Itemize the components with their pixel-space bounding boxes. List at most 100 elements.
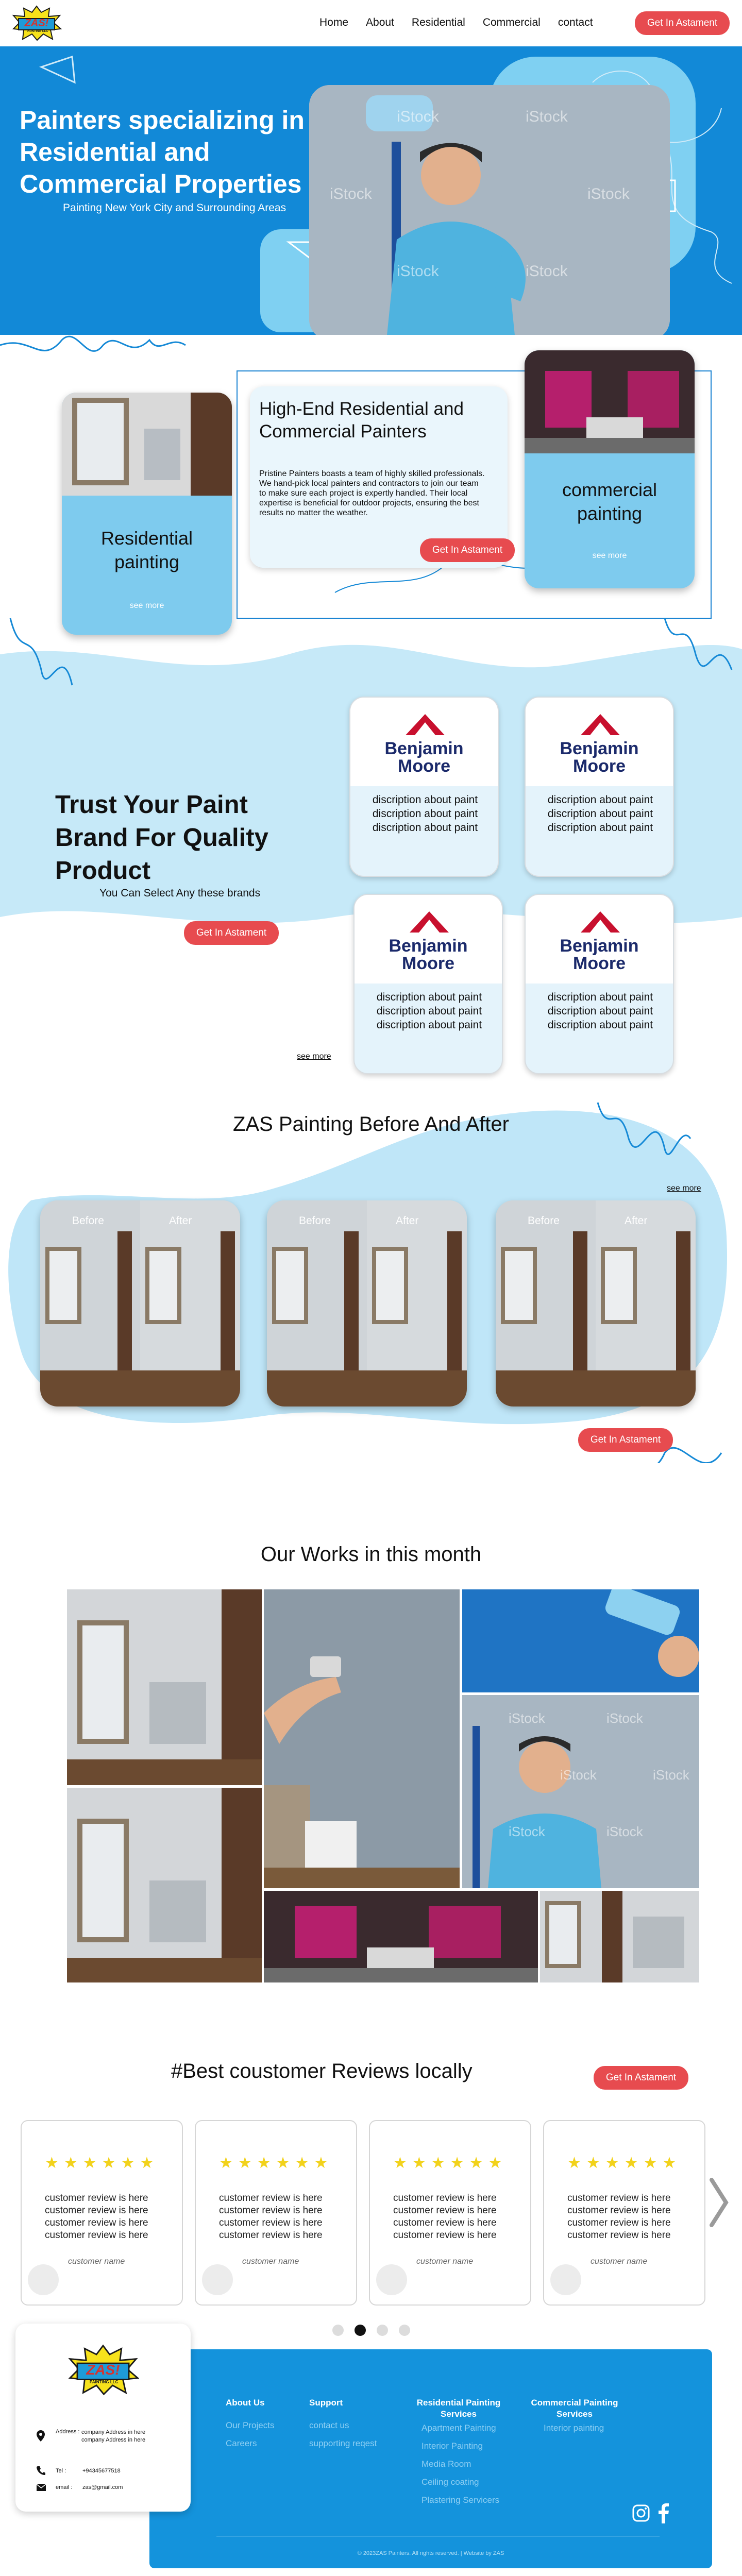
address-label: Address : (56, 2429, 80, 2435)
brand-card[interactable]: Benjamin Moore discription about paint d… (353, 894, 503, 1074)
commercial-see-more[interactable]: see more (525, 551, 695, 561)
review-line: customer review is here (45, 2193, 148, 2204)
nav-residential[interactable]: Residential (412, 16, 465, 29)
info-title: High-End Residential and Commercial Pain… (259, 399, 464, 442)
nav-home[interactable]: Home (319, 16, 348, 29)
before-after-title: ZAS Painting Before And After (233, 1113, 509, 1136)
tel-value[interactable]: +94345677518 (82, 2468, 121, 2474)
brand-name-line2: Moore (573, 756, 626, 776)
review-text: customer review is here customer review … (393, 2192, 497, 2242)
header-cta-button[interactable]: Get In Astament (635, 11, 730, 35)
brand-name-line2: Moore (398, 756, 450, 776)
hero-title: Painters specializing in Residential and… (20, 106, 305, 198)
logo-subtext: PAINTING LLC (90, 2380, 119, 2384)
before-after-cta-button[interactable]: Get In Astament (578, 1428, 673, 1452)
logo[interactable]: ZAS! PAINTING LLC (11, 5, 62, 41)
footer-link[interactable]: Plastering Servicers (421, 2491, 499, 2509)
footer-link[interactable]: Interior painting (544, 2419, 604, 2437)
footer-link[interactable]: Media Room (421, 2455, 471, 2473)
review-line: customer review is here (393, 2193, 497, 2204)
work-photo[interactable] (67, 1788, 262, 1982)
footer-link[interactable]: Interior Painting (421, 2437, 483, 2455)
brand-card[interactable]: Benjamin Moore discription about paint d… (525, 697, 674, 877)
brand-card[interactable]: Benjamin Moore discription about paint d… (525, 894, 674, 1074)
works-title: Our Works in this month (260, 1543, 482, 1566)
commercial-card[interactable]: commercial painting see more (525, 350, 695, 588)
brand-card[interactable]: Benjamin Moore discription about paint d… (349, 697, 499, 877)
avatar (376, 2264, 407, 2295)
rating-stars-icon: ★★★★★★ (567, 2155, 682, 2172)
work-photo[interactable] (67, 1589, 262, 1785)
nav-contact[interactable]: contact (558, 16, 593, 29)
before-after-card[interactable]: Before After (496, 1200, 696, 1406)
info-cta-button[interactable]: Get In Astament (420, 538, 515, 562)
main-nav: Home About Residential Commercial contac… (319, 16, 593, 29)
footer-col4-heading: Commercial Painting Services (531, 2398, 618, 2419)
footer-logo[interactable]: ZAS! PAINTING LLC (67, 2344, 139, 2396)
work-photo-image (264, 1891, 538, 1982)
before-after-card[interactable]: Before After (267, 1200, 467, 1406)
brand-logo-icon (581, 911, 620, 933)
location-pin-icon (37, 2430, 45, 2442)
reviews-cta-button[interactable]: Get In Astament (594, 2066, 688, 2090)
footer-link[interactable]: contact us (309, 2416, 349, 2434)
review-line: customer review is here (45, 2230, 148, 2241)
customer-name: customer name (242, 2257, 299, 2266)
footer-link[interactable]: Apartment Painting (421, 2419, 496, 2437)
carousel-dot[interactable] (377, 2325, 388, 2336)
work-photo[interactable] (462, 1589, 699, 1692)
brands-title: Trust Your Paint Brand For Quality Produ… (55, 791, 268, 885)
carousel-dot[interactable] (399, 2325, 410, 2336)
before-after-photo (496, 1200, 696, 1406)
review-line: customer review is here (567, 2193, 671, 2204)
logo-subtext: PAINTING LLC (27, 30, 48, 33)
carousel-dot-active[interactable] (355, 2325, 366, 2336)
brands-see-more[interactable]: see more (297, 1052, 331, 1061)
work-photo[interactable] (264, 1589, 460, 1888)
after-label: After (169, 1215, 192, 1227)
watermark: iStock (560, 1767, 597, 1783)
nav-about[interactable]: About (366, 16, 394, 29)
residential-card[interactable]: Residential painting see more (62, 393, 232, 635)
footer-col3-heading: Residential Painting Services (416, 2398, 501, 2419)
footer-link[interactable]: Ceiling coating (421, 2473, 479, 2491)
before-after-card[interactable]: Before After (40, 1200, 240, 1406)
hero-subtitle: Painting New York City and Surrounding A… (63, 202, 286, 214)
site-footer: About Us Our Projects Careers Support co… (149, 2349, 712, 2568)
brand-logo-area: Benjamin Moore (526, 698, 673, 786)
commercial-room-photo (525, 350, 695, 453)
nav-commercial[interactable]: Commercial (483, 16, 541, 29)
review-line: customer review is here (567, 2217, 671, 2228)
services-info-card: High-End Residential and Commercial Pain… (250, 386, 515, 568)
brand-description: discription about paint discription abou… (372, 794, 478, 834)
carousel-dot[interactable] (332, 2325, 344, 2336)
before-after-photo (267, 1200, 467, 1406)
work-photo[interactable] (540, 1891, 699, 1982)
watermark: iStock (509, 1710, 545, 1726)
email-value[interactable]: zas@gmail.com (82, 2484, 123, 2490)
info-body: Pristine Painters boasts a team of highl… (259, 469, 485, 517)
brand-logo-icon (581, 714, 620, 735)
copyright: © 2023ZAS Painters. All rights reserved.… (357, 2550, 504, 2556)
work-photo[interactable]: iStock iStock iStock iStock iStock iStoc… (462, 1695, 699, 1888)
work-photo[interactable] (264, 1891, 538, 1982)
footer-link[interactable]: supporting reqest (309, 2434, 377, 2452)
before-after-see-more[interactable]: see more (667, 1184, 701, 1193)
review-card: ★★★★★★ customer review is here customer … (543, 2120, 705, 2306)
logo-text: ZAS! (86, 2362, 120, 2378)
watermark: iStock (653, 1767, 689, 1783)
painter-illustration (309, 85, 670, 335)
footer-link[interactable]: Careers (226, 2434, 257, 2452)
facebook-icon[interactable] (657, 2503, 670, 2523)
chevron-right-icon[interactable] (709, 2177, 729, 2228)
site-header: ZAS! PAINTING LLC Home About Residential… (0, 0, 742, 46)
address-value: company Address in here company Address … (81, 2429, 146, 2443)
footer-link[interactable]: Our Projects (226, 2416, 274, 2434)
commercial-label: commercial painting (562, 479, 657, 524)
watermark: iStock (587, 185, 630, 202)
before-label: Before (299, 1215, 331, 1227)
review-line: customer review is here (219, 2193, 323, 2204)
instagram-icon[interactable] (632, 2504, 650, 2522)
brands-cta-button[interactable]: Get In Astament (184, 921, 279, 945)
review-text: customer review is here customer review … (219, 2192, 323, 2242)
